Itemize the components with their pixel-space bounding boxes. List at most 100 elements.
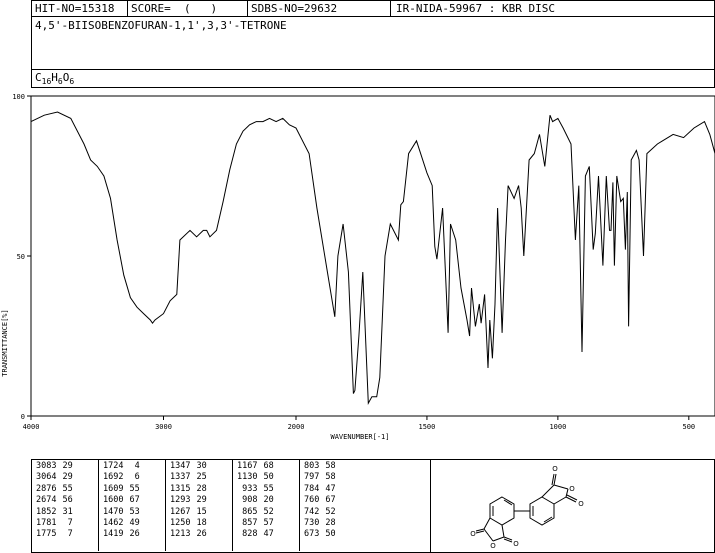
peak-row: 1600 67 xyxy=(100,495,143,506)
score: SCORE= ( ) xyxy=(131,2,218,15)
peak-transmittance: 56 xyxy=(62,495,73,506)
peak-transmittance: 6 xyxy=(134,472,140,483)
peak-transmittance: 20 xyxy=(263,495,274,506)
peak-wavenumber: 1315 xyxy=(170,483,191,494)
peak-wavenumber: 1852 xyxy=(36,506,57,517)
peak-transmittance: 26 xyxy=(129,529,140,540)
peak-row: 1130 50 xyxy=(234,472,277,483)
peak-transmittance: 57 xyxy=(263,518,274,529)
peak-wavenumber: 1419 xyxy=(103,529,124,540)
peak-transmittance: 50 xyxy=(325,529,336,540)
peak-wavenumber: 1609 xyxy=(103,483,124,494)
peak-row: 3083 29 xyxy=(33,461,76,472)
peak-row: 742 52 xyxy=(301,507,339,518)
peak-row: 1692 6 xyxy=(100,472,143,483)
peak-wavenumber: 803 xyxy=(304,461,320,471)
peak-wavenumber: 1213 xyxy=(170,529,191,540)
peak-row: 730 28 xyxy=(301,518,339,529)
peak-wavenumber: 2876 xyxy=(36,483,57,494)
peak-wavenumber: 865 xyxy=(242,506,258,517)
peak-column-5: 803 58 797 58 784 47 760 67 742 52 730 28 673 50 xyxy=(301,461,339,541)
y-tick-label: 100 xyxy=(12,93,25,101)
peak-row: 1167 68 xyxy=(234,461,277,472)
peak-wavenumber: 3064 xyxy=(36,472,57,483)
x-tick-label: 1500 xyxy=(419,423,436,431)
peak-row: 760 67 xyxy=(301,495,339,506)
header-sep-3 xyxy=(390,0,391,17)
molecular-formula: C16H6O6 xyxy=(35,71,75,87)
x-axis-label: WAVENUMBER[-1] xyxy=(330,433,389,441)
peak-row: 2674 56 xyxy=(33,495,76,506)
peak-transmittance: 18 xyxy=(196,518,207,529)
x-tick-label: 3000 xyxy=(155,423,172,431)
peak-wavenumber: 1600 xyxy=(103,495,124,506)
peak-transmittance: 55 xyxy=(62,483,73,494)
peak-row: 1462 49 xyxy=(100,518,143,529)
peak-transmittance: 29 xyxy=(62,472,73,483)
peak-transmittance: 68 xyxy=(263,461,274,471)
peak-wavenumber: 1293 xyxy=(170,495,191,506)
x-tick-label: 4000 xyxy=(23,423,40,431)
peak-transmittance: 58 xyxy=(325,472,336,483)
peak-transmittance: 28 xyxy=(196,483,207,494)
ir-info: IR-NIDA-59967 : KBR DISC xyxy=(396,2,555,15)
header-sep-2 xyxy=(247,0,248,17)
peak-row: 1267 15 xyxy=(167,507,210,518)
formula-box xyxy=(31,69,715,88)
peak-transmittance: 7 xyxy=(67,518,73,529)
plot-frame xyxy=(30,95,715,417)
peak-row: 1781 7 xyxy=(33,518,76,529)
peak-row: 828 47 xyxy=(234,529,277,540)
ir-spectrum-chart: 4000 3000 2000 1500 1000 500 0 50 100 WAVENUMBER… xyxy=(1,93,715,441)
compound-name: 4,5'-BIISOBENZOFURAN-1,1',3,3'-TETRONE xyxy=(35,19,287,32)
hit-number: HIT-NO=15318 xyxy=(35,2,115,15)
y-tick-label: 50 xyxy=(17,253,25,261)
x-tick-label: 500 xyxy=(682,423,695,431)
peak-transmittance: 55 xyxy=(129,483,140,494)
peak-transmittance: 30 xyxy=(196,461,207,471)
peak-wavenumber: 742 xyxy=(304,506,320,517)
peak-row: 1419 26 xyxy=(100,529,143,540)
peak-transmittance: 52 xyxy=(263,506,274,517)
peak-wavenumber: 1462 xyxy=(103,518,124,529)
peak-wavenumber: 1470 xyxy=(103,506,124,517)
peak-wavenumber: 1724 xyxy=(103,461,124,471)
peak-transmittance: 31 xyxy=(62,506,73,517)
atom-label: O xyxy=(552,465,558,473)
peak-sep-3 xyxy=(232,459,233,551)
peak-sep-4 xyxy=(299,459,300,551)
peak-transmittance: 7 xyxy=(67,529,73,540)
peak-row: 1609 55 xyxy=(100,484,143,495)
peak-transmittance: 29 xyxy=(196,495,207,506)
peak-wavenumber: 828 xyxy=(242,529,258,540)
peak-transmittance: 28 xyxy=(325,518,336,529)
spectrum-line xyxy=(30,111,715,405)
peak-column-1: 3083 29 3064 29 2876 55 2674 56 1852 31 1781 7 1775 7 xyxy=(33,461,76,541)
peak-wavenumber: 1250 xyxy=(170,518,191,529)
peak-wavenumber: 1692 xyxy=(103,472,124,483)
atom-label: O xyxy=(470,530,476,538)
peak-wavenumber: 797 xyxy=(304,472,320,483)
peak-row: 1775 7 xyxy=(33,529,76,540)
peak-transmittance: 26 xyxy=(196,529,207,540)
peak-transmittance: 15 xyxy=(196,506,207,517)
peak-table-box xyxy=(31,459,431,553)
peak-wavenumber: 784 xyxy=(304,483,320,494)
peak-transmittance: 67 xyxy=(129,495,140,506)
atom-label: O xyxy=(513,540,519,548)
peak-wavenumber: 760 xyxy=(304,495,320,506)
peak-row: 1315 28 xyxy=(167,484,210,495)
peak-transmittance: 25 xyxy=(196,472,207,483)
peak-row: 673 50 xyxy=(301,529,339,540)
peak-transmittance: 67 xyxy=(325,495,336,506)
peak-row: 908 20 xyxy=(234,495,277,506)
peak-transmittance: 4 xyxy=(134,461,140,471)
peak-row: 1337 25 xyxy=(167,472,210,483)
sdbs-number: SDBS-NO=29632 xyxy=(251,2,338,15)
y-tick-label: 0 xyxy=(21,413,25,421)
peak-row: 865 52 xyxy=(234,507,277,518)
peak-row: 1347 30 xyxy=(167,461,210,472)
peak-transmittance: 52 xyxy=(325,506,336,517)
atom-label: O xyxy=(578,500,584,508)
peak-wavenumber: 908 xyxy=(242,495,258,506)
